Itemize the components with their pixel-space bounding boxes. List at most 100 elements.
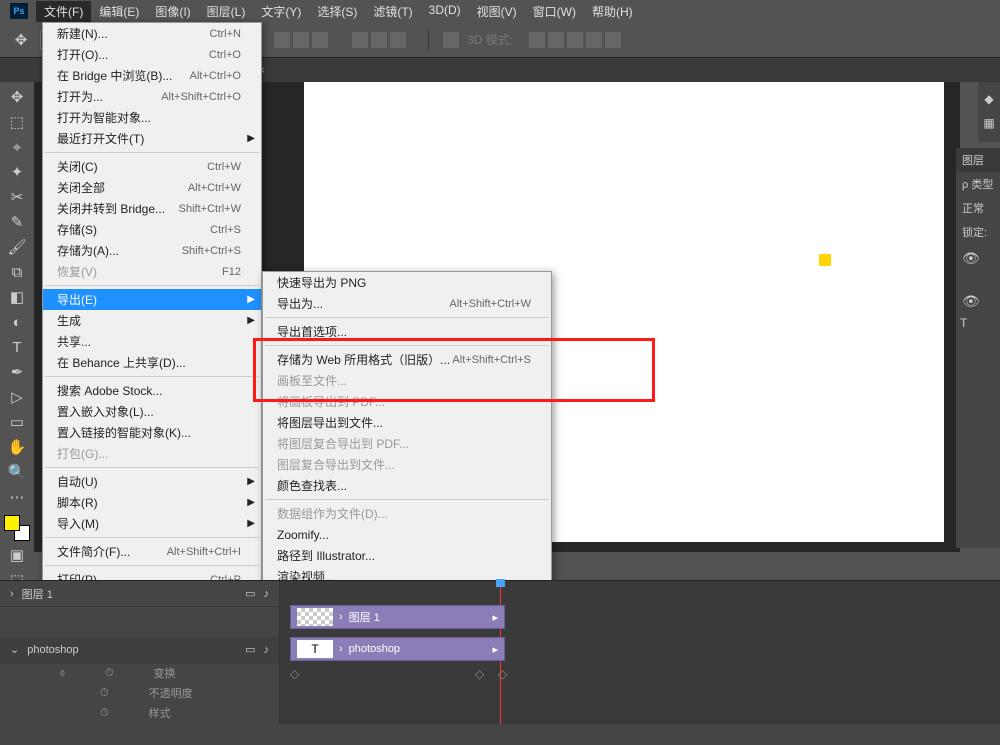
timeline-tracks-area[interactable]: ›图层 1 ▸ T ›photoshop ▸ ◇ ◇ ◇ bbox=[280, 581, 1000, 724]
timeline-clip[interactable]: T ›photoshop ▸ bbox=[290, 637, 505, 661]
menu-item[interactable]: 置入链接的智能对象(K)... bbox=[43, 422, 261, 443]
menu-窗口[interactable]: 窗口(W) bbox=[525, 1, 584, 22]
menu-item[interactable]: 存储(S)Ctrl+S bbox=[43, 219, 261, 240]
crop-tool-icon[interactable]: ✂ bbox=[6, 186, 28, 208]
quickmask-icon[interactable]: ▣ bbox=[6, 544, 28, 566]
timeline-clip[interactable]: ›图层 1 ▸ bbox=[290, 605, 505, 629]
menu-item[interactable]: 打开为...Alt+Shift+Ctrl+O bbox=[43, 86, 261, 107]
dist-icon[interactable] bbox=[274, 32, 290, 48]
menu-item[interactable]: 存储为 Web 所用格式（旧版）...Alt+Shift+Ctrl+S bbox=[263, 349, 551, 370]
path-tool-icon[interactable]: ▷ bbox=[6, 386, 28, 408]
panel-icon[interactable]: ◆ bbox=[984, 92, 993, 106]
visibility-icon[interactable]: 👁 bbox=[962, 293, 994, 310]
track-fx-icon[interactable]: ▭ bbox=[245, 587, 255, 600]
timeline-track-list: › 图层 1 ▭ ♪ ⌄ photoshop ▭ ♪ ⬨⏱变换 ⏱不透明度 ⏱样… bbox=[0, 581, 280, 724]
menu-item[interactable]: 关闭并转到 Bridge...Shift+Ctrl+W bbox=[43, 198, 261, 219]
menu-item[interactable]: 在 Behance 上共享(D)... bbox=[43, 352, 261, 373]
file-menu-dropdown: 新建(N)...Ctrl+N打开(O)...Ctrl+O在 Bridge 中浏览… bbox=[42, 22, 262, 640]
track-prop[interactable]: ⬨⏱变换 bbox=[0, 663, 279, 683]
menu-文字[interactable]: 文字(Y) bbox=[253, 1, 309, 22]
menu-item[interactable]: 将图层导出到文件... bbox=[263, 412, 551, 433]
zoom-tool-icon[interactable]: 🔍 bbox=[6, 461, 28, 483]
brush-tool-icon[interactable]: 🖌 bbox=[6, 236, 28, 258]
chevron-down-icon[interactable]: ⌄ bbox=[10, 643, 19, 656]
menu-item: 恢复(V)F12 bbox=[43, 261, 261, 282]
menu-滤镜[interactable]: 滤镜(T) bbox=[365, 1, 420, 22]
menu-item[interactable]: 打开(O)...Ctrl+O bbox=[43, 44, 261, 65]
menu-图层[interactable]: 图层(L) bbox=[199, 1, 254, 22]
menu-视图[interactable]: 视图(V) bbox=[469, 1, 525, 22]
menu-item[interactable]: 生成▶ bbox=[43, 310, 261, 331]
dist-icon[interactable] bbox=[312, 32, 328, 48]
menu-item[interactable]: 导入(M)▶ bbox=[43, 513, 261, 534]
menu-3d[interactable]: 3D(D) bbox=[421, 1, 469, 22]
3d-tool-icon[interactable] bbox=[548, 32, 564, 48]
more-tool-icon[interactable]: ⋯ bbox=[6, 486, 28, 508]
shape-tool-icon[interactable]: ▭ bbox=[6, 411, 28, 433]
3d-icon[interactable] bbox=[443, 32, 459, 48]
dist-icon[interactable] bbox=[352, 32, 368, 48]
track-prop[interactable]: ⏱不透明度 bbox=[0, 683, 279, 703]
menu-图像[interactable]: 图像(I) bbox=[147, 1, 198, 22]
pen-tool-icon[interactable]: ✒ bbox=[6, 361, 28, 383]
menu-item[interactable]: 快速导出为 PNG bbox=[263, 272, 551, 293]
menu-item[interactable]: 脚本(R)▶ bbox=[43, 492, 261, 513]
menu-编辑[interactable]: 编辑(E) bbox=[91, 1, 147, 22]
move-tool-icon[interactable]: ✥ bbox=[10, 29, 32, 51]
menu-item: 画板至文件... bbox=[263, 370, 551, 391]
menu-item[interactable]: 最近打开文件(T)▶ bbox=[43, 128, 261, 149]
track-row[interactable]: ⌄ photoshop ▭ ♪ bbox=[0, 637, 279, 663]
menu-item[interactable]: 路径到 Illustrator... bbox=[263, 545, 551, 566]
3d-tool-icon[interactable] bbox=[529, 32, 545, 48]
blend-mode[interactable]: 正常 bbox=[956, 196, 1000, 220]
type-tool-icon[interactable]: T bbox=[6, 336, 28, 358]
layers-panel: 图层 ρ 类型 正常 锁定: 👁 👁 T bbox=[956, 148, 1000, 548]
menu-item[interactable]: 在 Bridge 中浏览(B)...Alt+Ctrl+O bbox=[43, 65, 261, 86]
track-row[interactable]: › 图层 1 ▭ ♪ bbox=[0, 581, 279, 607]
separator bbox=[45, 467, 259, 468]
fg-color-swatch[interactable] bbox=[4, 515, 20, 531]
menu-item[interactable]: 导出(E)▶ bbox=[43, 289, 261, 310]
marquee-tool-icon[interactable]: ⬚ bbox=[6, 111, 28, 133]
menu-item[interactable]: 置入嵌入对象(L)... bbox=[43, 401, 261, 422]
visibility-icon[interactable]: 👁 bbox=[962, 250, 994, 267]
chevron-icon[interactable]: › bbox=[10, 588, 14, 600]
dist-icon[interactable] bbox=[371, 32, 387, 48]
menu-item[interactable]: 存储为(A)...Shift+Ctrl+S bbox=[43, 240, 261, 261]
3d-tool-icon[interactable] bbox=[586, 32, 602, 48]
lasso-tool-icon[interactable]: ⌖ bbox=[6, 136, 28, 158]
menu-item[interactable]: 颜色查找表... bbox=[263, 475, 551, 496]
menu-帮助[interactable]: 帮助(H) bbox=[584, 1, 641, 22]
hand-tool-icon[interactable]: ✋ bbox=[6, 436, 28, 458]
menu-item[interactable]: 关闭全部Alt+Ctrl+W bbox=[43, 177, 261, 198]
menu-item[interactable]: 导出为...Alt+Shift+Ctrl+W bbox=[263, 293, 551, 314]
menu-item[interactable]: 导出首选项... bbox=[263, 321, 551, 342]
menu-item[interactable]: 关闭(C)Ctrl+W bbox=[43, 156, 261, 177]
menu-item[interactable]: 打开为智能对象... bbox=[43, 107, 261, 128]
track-audio-icon[interactable]: ♪ bbox=[264, 588, 270, 600]
menu-item[interactable]: Zoomify... bbox=[263, 524, 551, 545]
track-fx-icon[interactable]: ▭ bbox=[245, 643, 255, 656]
menu-文件[interactable]: 文件(F) bbox=[36, 1, 91, 22]
move-tool-icon[interactable]: ✥ bbox=[6, 86, 28, 108]
gradient-tool-icon[interactable]: ◐ bbox=[6, 311, 28, 333]
menu-选择[interactable]: 选择(S) bbox=[309, 1, 365, 22]
clone-tool-icon[interactable]: ⧉ bbox=[6, 261, 28, 283]
eraser-tool-icon[interactable]: ◧ bbox=[6, 286, 28, 308]
dist-icon[interactable] bbox=[390, 32, 406, 48]
menu-item[interactable]: 新建(N)...Ctrl+N bbox=[43, 23, 261, 44]
eyedropper-tool-icon[interactable]: ✎ bbox=[6, 211, 28, 233]
menu-item[interactable]: 搜索 Adobe Stock... bbox=[43, 380, 261, 401]
color-swatches[interactable] bbox=[4, 515, 30, 541]
kind-filter[interactable]: ρ 类型 bbox=[956, 172, 1000, 196]
menu-item[interactable]: 共享... bbox=[43, 331, 261, 352]
wand-tool-icon[interactable]: ✦ bbox=[6, 161, 28, 183]
panel-icon[interactable]: ▦ bbox=[983, 116, 994, 130]
3d-tool-icon[interactable] bbox=[605, 32, 621, 48]
track-prop[interactable]: ⏱样式 bbox=[0, 703, 279, 723]
3d-tool-icon[interactable] bbox=[567, 32, 583, 48]
menu-item[interactable]: 自动(U)▶ bbox=[43, 471, 261, 492]
menu-item[interactable]: 文件简介(F)...Alt+Shift+Ctrl+I bbox=[43, 541, 261, 562]
track-audio-icon[interactable]: ♪ bbox=[264, 644, 270, 656]
dist-icon[interactable] bbox=[293, 32, 309, 48]
